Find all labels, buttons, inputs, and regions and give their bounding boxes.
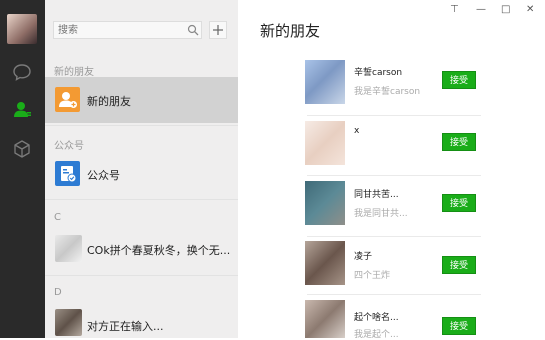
request-name: x bbox=[354, 126, 360, 136]
accept-button[interactable]: 接受 bbox=[442, 317, 476, 335]
avatar bbox=[305, 121, 345, 165]
divider bbox=[307, 175, 481, 176]
user-avatar[interactable] bbox=[7, 14, 37, 44]
section-header-d: D bbox=[54, 287, 62, 298]
chat-icon[interactable] bbox=[12, 62, 32, 82]
avatar bbox=[55, 309, 82, 336]
request-name: 凌子 bbox=[354, 252, 373, 262]
favorites-cube-icon[interactable] bbox=[12, 139, 32, 159]
avatar bbox=[305, 181, 345, 225]
accept-button[interactable]: 接受 bbox=[442, 71, 476, 89]
avatar bbox=[305, 241, 345, 285]
avatar bbox=[305, 300, 345, 338]
list-item-label: 新的朋友 bbox=[87, 95, 131, 108]
divider bbox=[45, 199, 238, 200]
sidebar-nav bbox=[0, 0, 45, 338]
plus-icon bbox=[213, 25, 223, 35]
search-bar bbox=[53, 21, 213, 39]
page-title: 新的朋友 bbox=[260, 22, 321, 40]
search-input[interactable] bbox=[53, 21, 202, 39]
new-friend-icon bbox=[55, 87, 80, 112]
divider bbox=[45, 125, 238, 126]
request-message: 我是起个... bbox=[354, 330, 399, 340]
list-item-label: 公众号 bbox=[87, 169, 120, 182]
accept-button[interactable]: 接受 bbox=[442, 256, 476, 274]
accept-button[interactable]: 接受 bbox=[442, 194, 476, 212]
list-item-contact[interactable]: 对方正在输入... bbox=[45, 301, 238, 338]
request-message: 四个王炸 bbox=[354, 271, 391, 281]
friend-request-row: 辛誓carson 我是辛誓carson 接受 bbox=[238, 55, 545, 115]
maximize-button[interactable]: □ bbox=[501, 4, 510, 15]
avatar bbox=[55, 235, 82, 262]
request-name: 起个啥名... bbox=[354, 313, 399, 323]
friend-request-row: 同甘共苦... 我是同甘共... 接受 bbox=[238, 177, 545, 237]
list-item-official-accounts[interactable]: 公众号 bbox=[45, 151, 238, 197]
main-content: 新的朋友 ⊤ — □ ✕ 辛誓carson 我是辛誓carson 接受 x 接受… bbox=[238, 0, 545, 340]
pin-button[interactable]: ⊤ bbox=[450, 4, 459, 15]
section-header-official-accounts: 公众号 bbox=[54, 141, 84, 152]
search-icon[interactable] bbox=[187, 24, 199, 36]
friend-request-row: x 接受 bbox=[238, 117, 545, 177]
contacts-panel: 新的朋友 新的朋友 公众号 公众号 C bbox=[45, 0, 238, 338]
friend-request-row: 凌子 四个王炸 接受 bbox=[238, 237, 545, 297]
list-item-label: COk拼个春夏秋冬，换个无... bbox=[87, 244, 231, 257]
request-name: 辛誓carson bbox=[354, 68, 403, 78]
request-message: 我是辛誓carson bbox=[354, 87, 421, 97]
divider bbox=[307, 294, 481, 295]
request-name: 同甘共苦... bbox=[354, 190, 399, 200]
add-contact-button[interactable] bbox=[209, 21, 227, 39]
friend-request-row: 起个啥名... 我是起个... 接受 bbox=[238, 296, 545, 340]
divider bbox=[45, 275, 238, 276]
contacts-icon[interactable] bbox=[12, 99, 32, 119]
list-item-contact[interactable]: COk拼个春夏秋冬，换个无... bbox=[45, 226, 238, 272]
section-header-c: C bbox=[54, 212, 61, 223]
list-item-label: 对方正在输入... bbox=[87, 320, 164, 333]
list-item-new-friends[interactable]: 新的朋友 bbox=[45, 77, 238, 123]
avatar bbox=[305, 60, 345, 104]
official-account-icon bbox=[55, 161, 80, 186]
section-header-new-friends: 新的朋友 bbox=[54, 67, 94, 78]
divider bbox=[307, 115, 481, 116]
minimize-button[interactable]: — bbox=[476, 4, 486, 15]
request-message: 我是同甘共... bbox=[354, 209, 408, 219]
close-button[interactable]: ✕ bbox=[526, 4, 534, 15]
accept-button[interactable]: 接受 bbox=[442, 133, 476, 151]
